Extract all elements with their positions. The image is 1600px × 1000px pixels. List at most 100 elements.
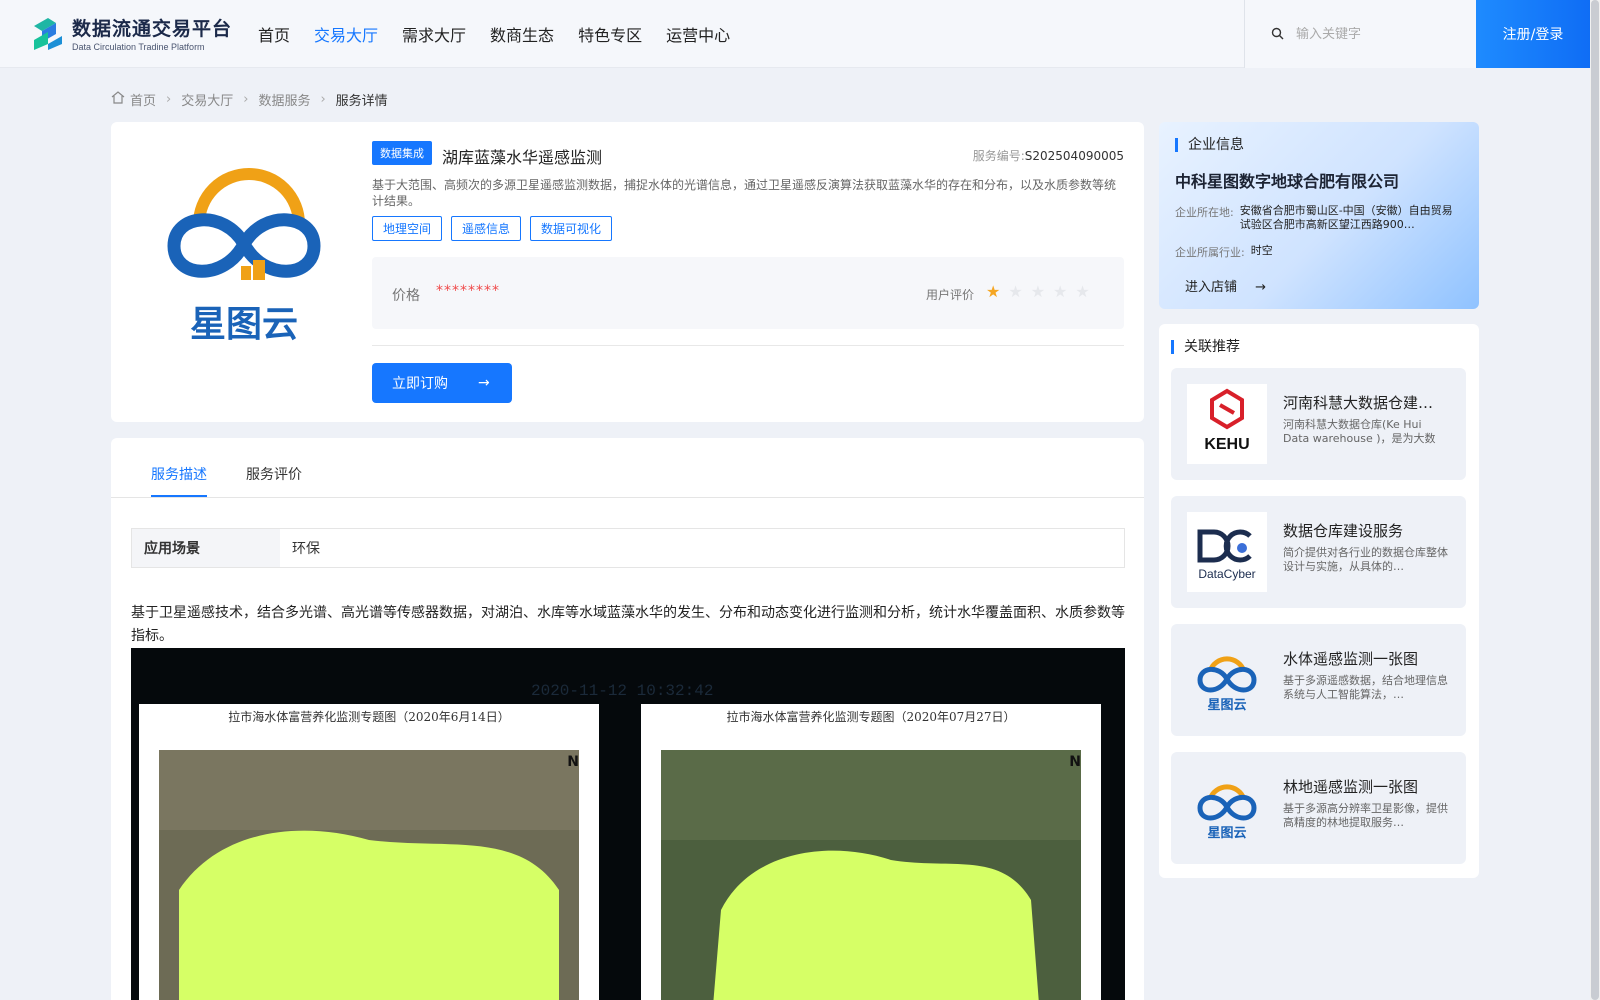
recommend-item-desc: 基于多源遥感数据，结合地理信息系统与人工智能算法，… <box>1283 674 1448 701</box>
north-arrow-icon: N <box>567 754 579 770</box>
tab-service-description[interactable]: 服务描述 <box>151 464 207 484</box>
search-input[interactable] <box>1296 26 1466 42</box>
recommend-item-desc: 基于多源高分辨率卫星影像，提供高精度的林地提取服务… <box>1283 802 1448 829</box>
nav-operations[interactable]: 运营中心 <box>666 22 730 46</box>
recommend-item-title: 林地遥感监测一张图 <box>1283 778 1419 796</box>
scene-row: 应用场景 环保 <box>131 528 1125 568</box>
tag-data-visualization[interactable]: 数据可视化 <box>530 216 613 241</box>
nav-ecosystem[interactable]: 数商生态 <box>490 22 554 46</box>
datacyber-logo: DataCyber <box>1187 512 1267 592</box>
star-icon[interactable]: ★ <box>1075 282 1089 301</box>
star-icon[interactable]: ★ <box>1031 282 1045 301</box>
platform-logo-icon <box>30 14 66 52</box>
detail-tabs: 服务描述 服务评价 <box>111 438 1144 498</box>
service-type-badge: 数据集成 <box>372 141 432 165</box>
service-description-text: 基于卫星遥感技术，结合多光谱、高光谱等传感器数据，对湖泊、水库等水域蓝藻水华的发… <box>131 605 1125 644</box>
rating-stars: ★ ★ ★ ★ ★ <box>986 282 1098 301</box>
map-right-terrain <box>661 750 1081 1000</box>
top-header: 数据流通交易平台 Data Circulation Tradine Platfo… <box>0 0 1600 68</box>
map-right-title: 拉市海水体富营养化监测专题图（2020年07月27日） <box>726 710 1016 724</box>
svg-text:DataCyber: DataCyber <box>1198 567 1255 581</box>
breadcrumb-data-service[interactable]: 数据服务 <box>258 90 310 109</box>
login-register-button[interactable]: 注册/登录 <box>1476 0 1590 68</box>
product-card: 星图云 数据集成 湖库蓝藻水华遥感监测 服务编号:S202504090005 基… <box>111 122 1144 422</box>
svg-text:KEHU: KEHU <box>1204 436 1249 453</box>
order-now-label: 立即订购 <box>392 376 448 392</box>
recommend-item[interactable]: KEHU 河南科慧大数据仓建… 河南科慧大数据仓库(Ke Hui Data wa… <box>1171 368 1466 480</box>
svg-text:星图云: 星图云 <box>1207 698 1246 713</box>
map-panel-right: 拉市海水体富营养化监测专题图（2020年07月27日） N <box>641 704 1101 1000</box>
recommend-section-title: 关联推荐 <box>1171 340 1240 354</box>
page-scrollbar[interactable] <box>1590 0 1600 1000</box>
service-serial: 服务编号:S202504090005 <box>973 147 1124 164</box>
platform-title: 数据流通交易平台 <box>72 18 233 40</box>
price-panel: 价格 ******** 用户评价 ★ ★ ★ ★ ★ <box>372 257 1124 329</box>
search-icon[interactable] <box>1271 25 1284 44</box>
map-left-terrain <box>159 750 579 1000</box>
company-industry-row: 企业所属行业: 时空 <box>1175 244 1466 260</box>
tag-geospatial[interactable]: 地理空间 <box>372 216 443 241</box>
chevron-right-icon: › <box>166 92 172 107</box>
company-location-value: 安徽省合肥市蜀山区-中国（安徽）自由贸易试验区合肥市高新区望江西路900… <box>1239 204 1453 231</box>
platform-subtitle: Data Circulation Tradine Platform <box>72 42 205 52</box>
divider <box>372 345 1124 346</box>
star-icon[interactable]: ★ <box>1053 282 1067 301</box>
rating-label: 用户评价 <box>926 288 975 302</box>
tag-remote-sensing[interactable]: 遥感信息 <box>451 216 522 241</box>
north-arrow-icon: N <box>1069 754 1081 770</box>
breadcrumb: 首页 › 交易大厅 › 数据服务 › 服务详情 <box>111 90 388 109</box>
product-logo: 星图云 <box>159 164 329 345</box>
enter-shop-label: 进入店铺 <box>1185 280 1238 295</box>
scrollbar-thumb[interactable] <box>1591 0 1599 1000</box>
service-serial-value: S202504090005 <box>1024 149 1124 163</box>
price-label: 价格 <box>392 288 420 304</box>
xingtuyun-logo: 星图云 <box>1187 640 1267 720</box>
company-name[interactable]: 中科星图数字地球合肥有限公司 <box>1175 168 1399 192</box>
nav-home[interactable]: 首页 <box>258 22 290 46</box>
kehu-logo: KEHU <box>1187 384 1267 464</box>
map-timestamp: 2020-11-12 10:32:42 <box>531 682 714 700</box>
search-box <box>1244 0 1476 68</box>
breadcrumb-current: 服务详情 <box>335 94 388 109</box>
chevron-right-icon: › <box>243 92 249 107</box>
product-title: 湖库蓝藻水华遥感监测 <box>442 148 603 167</box>
company-section-title: 企业信息 <box>1175 138 1244 152</box>
order-now-button[interactable]: 立即订购 → <box>372 363 512 403</box>
company-location-row: 企业所在地: 安徽省合肥市蜀山区-中国（安徽）自由贸易试验区合肥市高新区望江西路… <box>1175 204 1455 232</box>
recommend-item-title: 河南科慧大数据仓建… <box>1283 394 1434 412</box>
map-panel-left: 拉市海水体富营养化监测专题图（2020年6月14日） N <box>139 704 599 1000</box>
product-tags: 地理空间 遥感信息 数据可视化 <box>372 216 621 241</box>
recommend-item-title: 水体遥感监测一张图 <box>1283 650 1419 668</box>
chevron-right-icon: › <box>320 92 326 107</box>
xingtuyun-logo: 星图云 <box>1187 768 1267 848</box>
breadcrumb-home[interactable]: 首页 <box>130 90 156 109</box>
main-nav: 首页 交易大厅 需求大厅 数商生态 特色专区 运营中心 <box>258 22 754 46</box>
related-recommendations: 关联推荐 KEHU 河南科慧大数据仓建… 河南科慧大数据仓库(Ke Hui Da… <box>1159 324 1479 878</box>
tab-service-reviews[interactable]: 服务评价 <box>246 464 302 484</box>
product-logo-text: 星图云 <box>190 304 298 344</box>
nav-demand-hall[interactable]: 需求大厅 <box>402 22 466 46</box>
nav-trading-hall[interactable]: 交易大厅 <box>314 22 378 46</box>
recommend-item[interactable]: 星图云 林地遥感监测一张图 基于多源高分辨率卫星影像，提供高精度的林地提取服务… <box>1171 752 1466 864</box>
home-icon[interactable] <box>111 91 125 108</box>
recommend-item[interactable]: 星图云 水体遥感监测一张图 基于多源遥感数据，结合地理信息系统与人工智能算法，… <box>1171 624 1466 736</box>
service-serial-label: 服务编号: <box>972 149 1025 163</box>
platform-logo[interactable]: 数据流通交易平台 Data Circulation Tradine Platfo… <box>30 14 232 52</box>
company-info-card: 企业信息 中科星图数字地球合肥有限公司 企业所在地: 安徽省合肥市蜀山区-中国（… <box>1159 122 1479 309</box>
recommend-item-desc: 河南科慧大数据仓库(Ke Hui Data warehouse )，是为大数据… <box>1283 418 1436 445</box>
company-industry-label: 企业所属行业: <box>1175 246 1245 259</box>
recommend-item-desc: 简介提供对各行业的数据仓库整体设计与实施，从具体的… <box>1283 546 1448 573</box>
enter-shop-link[interactable]: 进入店铺 → <box>1185 276 1266 295</box>
active-tab-indicator <box>151 495 207 497</box>
service-detail-card: 服务描述 服务评价 应用场景 环保 基于卫星遥感技术，结合多光谱、高光谱等传感器… <box>111 438 1144 1000</box>
star-icon[interactable]: ★ <box>1008 282 1022 301</box>
arrow-right-icon: → <box>478 375 490 391</box>
star-icon[interactable]: ★ <box>986 282 1000 301</box>
nav-featured[interactable]: 特色专区 <box>578 22 642 46</box>
price-value: ******** <box>436 283 500 299</box>
scene-label: 应用场景 <box>132 529 280 567</box>
company-location-label: 企业所在地: <box>1175 206 1234 219</box>
recommend-item[interactable]: DataCyber 数据仓库建设服务 简介提供对各行业的数据仓库整体设计与实施，… <box>1171 496 1466 608</box>
breadcrumb-trading-hall[interactable]: 交易大厅 <box>181 90 233 109</box>
map-left-title: 拉市海水体富营养化监测专题图（2020年6月14日） <box>228 710 510 724</box>
